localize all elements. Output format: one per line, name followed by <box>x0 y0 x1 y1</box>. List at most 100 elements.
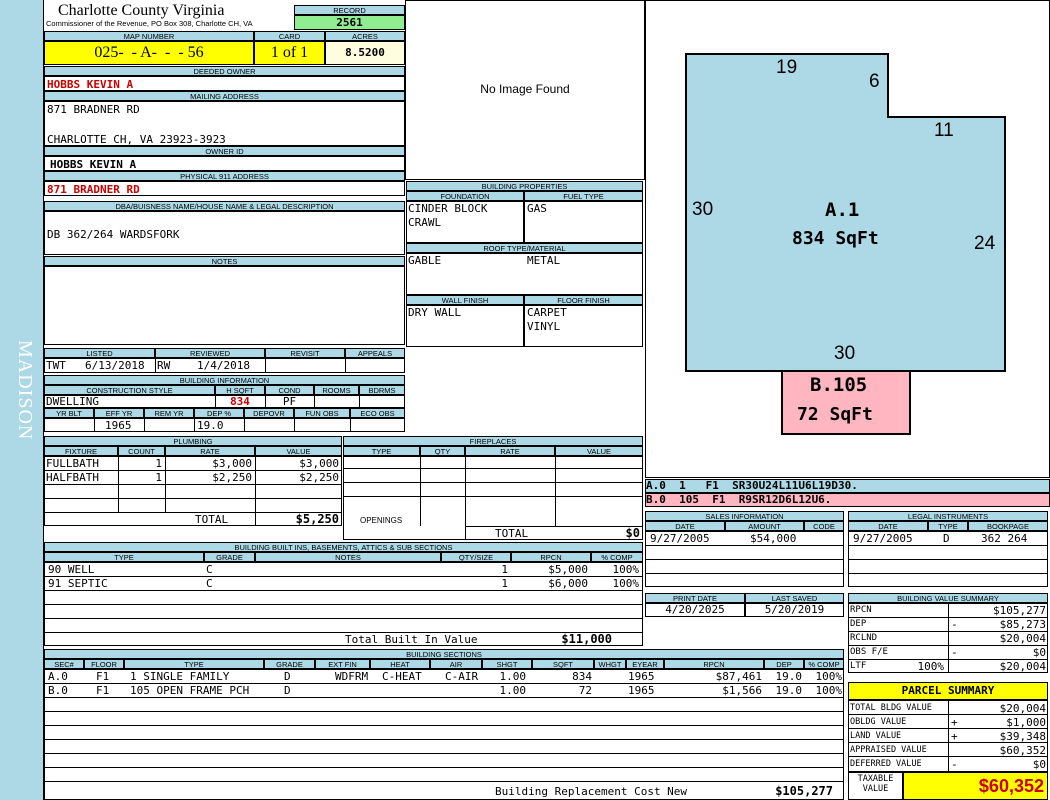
builtins-row-1-type: 90 WELL <box>48 563 95 576</box>
construction-style-label: CONSTRUCTION STYLE <box>44 385 215 395</box>
plumbing-row-1-fixture: FULLBATH <box>46 457 99 470</box>
vs-obs-label: OBS F/E <box>850 647 888 657</box>
ps-total-bldg-label: TOTAL BLDG VALUE <box>850 703 932 713</box>
roof-type-value: GABLE <box>408 254 442 267</box>
rooms-label: ROOMS <box>314 385 359 395</box>
legal-date-header: DATE <box>848 521 928 531</box>
ps-total-bldg-value: $20,004 <box>999 702 1046 715</box>
section-row-2-comp: 100% <box>815 684 843 697</box>
mailing-line-2: CHARLOTTE CH, VA 23923-3923 <box>47 133 226 146</box>
bdrms-label: BDRMS <box>359 385 405 395</box>
sections-type-header: TYPE <box>124 659 264 669</box>
plumbing-total-label: TOTAL <box>195 513 229 526</box>
section-row-1-sqft: 834 <box>572 670 592 683</box>
sketch-a-label: A.1 <box>825 199 860 221</box>
revisit-label: REVISIT <box>265 348 345 358</box>
legal-label: LEGAL INSTRUMENTS <box>848 511 1048 521</box>
ps-deferred-value: $0 <box>1032 758 1046 771</box>
fireplace-openings-label: OPENINGS <box>360 516 403 525</box>
side-label: MADISON <box>14 340 36 441</box>
builtins-qty-header: QTY/SIZE <box>441 552 511 562</box>
vs-ltf-label: LTF <box>850 661 867 671</box>
sections-grade-header: GRADE <box>264 659 315 669</box>
sketch-dim-step-up: 6 <box>869 71 880 92</box>
last-saved-value: 5/20/2019 <box>764 603 825 616</box>
print-date-label: PRINT DATE <box>645 593 745 603</box>
builtins-comp-header: % COMP <box>591 552 643 562</box>
replacement-cost-label: Building Replacement Cost New <box>495 785 688 798</box>
sections-heat-header: HEAT <box>370 659 430 669</box>
legal-1-type: D <box>943 532 950 545</box>
hsqft-label: H SQFT <box>215 385 265 395</box>
fireplace-rate-header: RATE <box>465 446 555 456</box>
vs-dep-label: DEP <box>850 619 867 629</box>
vs-rpcn-value: $105,277 <box>993 604 1046 617</box>
fireplace-qty-header: QTY <box>420 446 465 456</box>
wall-finish-label: WALL FINISH <box>406 295 524 305</box>
sections-whgt-header: WHGT <box>594 659 626 669</box>
physical-address-label: PHYSICAL 911 ADDRESS <box>44 171 405 181</box>
replacement-cost-value: $105,277 <box>775 784 833 798</box>
reviewed-by: RW <box>157 359 171 372</box>
sketch-b-label: B.105 <box>810 374 868 396</box>
plumbing-row-1-value: $3,000 <box>299 457 339 470</box>
vs-ltf-value: $20,004 <box>999 660 1046 673</box>
sections-label: BUILDING SECTIONS <box>44 649 844 659</box>
yr-blt-label: YR BLT <box>44 408 94 418</box>
cond-label: COND <box>265 385 314 395</box>
section-row-2-sqft: 72 <box>578 684 592 697</box>
sales-code-header: CODE <box>804 521 844 531</box>
section-row-2-floor: F1 <box>96 684 110 697</box>
section-row-2-shgt: 1.00 <box>499 684 527 697</box>
listed-date: 6/13/2018 <box>85 359 145 372</box>
builtins-row-2-rpcn: $6,000 <box>548 577 588 590</box>
builtins-type-header: TYPE <box>44 552 204 562</box>
section-row-1-dep: 19.0 <box>775 670 803 683</box>
county-title: Charlotte County Virginia <box>58 2 225 19</box>
sketch-b-area: 72 SqFt <box>797 404 873 425</box>
section-row-2-type: 105 OPEN FRAME PCH <box>130 684 250 697</box>
taxable-label-2: VALUE <box>862 784 889 794</box>
legal-1-bookpage: 362 264 <box>981 532 1028 545</box>
section-row-1-comp: 100% <box>815 670 843 683</box>
plumbing-row-1-count: 1 <box>155 457 162 470</box>
section-row-1-shgt: 1.00 <box>499 670 527 683</box>
listed-by: TWT <box>46 359 66 372</box>
fuel-value: GAS <box>527 202 547 215</box>
appeals-label: APPEALS <box>345 348 405 358</box>
print-date-value: 4/20/2025 <box>665 603 725 616</box>
sections-sec-header: SEC# <box>44 659 84 669</box>
owner-id-label: OWNER ID <box>44 146 405 156</box>
mailing-address-label: MAILING ADDRESS <box>44 91 405 101</box>
depovr-label: DEPOVR <box>244 408 294 418</box>
builtins-total-label: Total Built In Value <box>345 633 478 646</box>
rem-yr-label: REM YR <box>144 408 194 418</box>
builtins-row-1-grade: C <box>206 563 213 576</box>
section-row-1-floor: F1 <box>96 670 110 683</box>
sections-comp-header: % COMP <box>804 659 844 669</box>
sketch-line-a-text: A.0 1 F1 SR30U24L11U6L19D30. <box>646 479 858 492</box>
listed-label: LISTED <box>44 348 155 358</box>
vs-ltf-pct: 100% <box>917 660 945 673</box>
sections-shgt-header: SHGT <box>482 659 532 669</box>
sections-air-header: AIR <box>430 659 482 669</box>
parcel-summary-label: PARCEL SUMMARY <box>848 682 1048 700</box>
roof-label: ROOF TYPE/MATERIAL <box>406 243 643 253</box>
builtins-row-2-type: 91 SEPTIC <box>48 577 108 590</box>
section-row-1-grade: D <box>284 670 291 683</box>
fireplace-type-header: TYPE <box>343 446 420 456</box>
owner-id-value: HOBBS KEVIN A <box>50 158 137 171</box>
plumbing-row-2-fixture: HALFBATH <box>46 471 99 484</box>
section-row-1-heat: C-HEAT <box>382 670 422 683</box>
record-label: RECORD <box>294 5 405 15</box>
construction-style-value: DWELLING <box>46 395 99 408</box>
builtins-row-1-rpcn: $5,000 <box>548 563 588 576</box>
dep-pct-value: 19.0 <box>197 419 224 432</box>
last-saved-label: LAST SAVED <box>745 593 844 603</box>
ps-land-label: LAND VALUE <box>850 731 902 741</box>
vs-dep-value: $85,273 <box>999 618 1046 631</box>
section-row-1-type: 1 SINGLE FAMILY <box>130 670 230 683</box>
builtins-row-1-qty: 1 <box>501 563 508 576</box>
foundation-label: FOUNDATION <box>406 191 524 201</box>
floor-finish-value-2: VINYL <box>527 320 561 333</box>
